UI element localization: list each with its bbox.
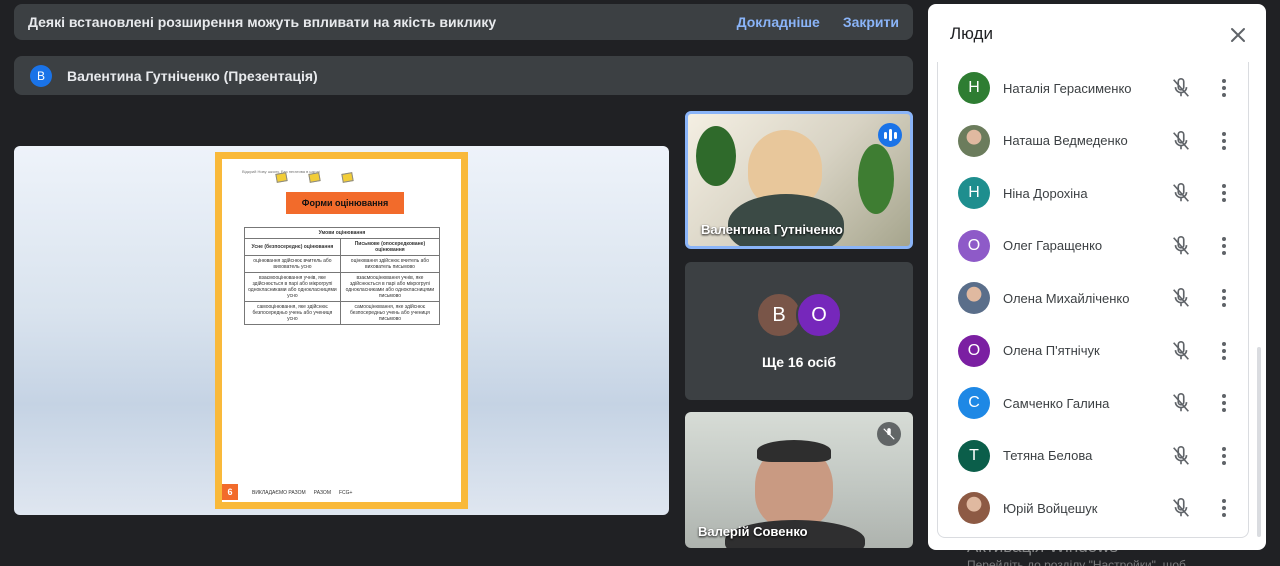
mic-off-icon (1170, 392, 1192, 414)
table-cell: самооцінювання, яке здійснює безпосередн… (244, 301, 341, 325)
participant-row[interactable]: Н Наталія Герасименко (938, 62, 1248, 114)
more-options-icon[interactable] (1214, 235, 1234, 257)
warning-message: Деякі встановлені розширення можуть впли… (28, 14, 497, 30)
logo-text: ВИКЛАДАЄМО РАЗОМ (252, 490, 306, 496)
table-cell: взаємооцінювання учнів, яке здійснюється… (244, 272, 341, 302)
table-cell: оцінювання здійснює вчитель або виховате… (339, 255, 441, 273)
presentation-screen[interactable]: Відкрий Нову школу. Без негатива в школі… (14, 146, 669, 515)
more-options-icon[interactable] (1214, 182, 1234, 204)
tile-participant-name: Валерій Совенко (698, 524, 808, 539)
participant-name: Самченко Галина (1003, 395, 1110, 411)
presenter-avatar: В (30, 64, 52, 87)
more-options-icon[interactable] (1214, 130, 1234, 152)
participant-row[interactable]: Олена Михайліченко (938, 272, 1248, 324)
mic-off-icon (1170, 497, 1192, 519)
mic-off-icon (1170, 235, 1192, 257)
table-col-written: Письмове (опосередковане) оцінювання (339, 238, 441, 256)
close-panel-button[interactable] (1226, 23, 1250, 47)
extension-warning-bar: Деякі встановлені розширення можуть впли… (14, 4, 913, 40)
participant-row[interactable]: О Олег Гаращенко (938, 220, 1248, 272)
slide-table: Умови оцінювання Усне (безпосереднє) оці… (244, 227, 441, 325)
flag-icon (341, 172, 354, 183)
video-tile-participant[interactable]: Валерій Совенко (685, 412, 913, 548)
panel-title: Люди (950, 24, 993, 43)
participant-name: Олег Гаращенко (1003, 238, 1103, 253)
slide-content: Відкрий Нову школу. Без негатива в школі… (222, 159, 461, 502)
participant-name: Наталія Герасименко (1003, 80, 1132, 96)
video-tile-active-speaker[interactable]: Валентина Гутніченко (685, 111, 913, 249)
windows-activation-watermark: Активація Windows (967, 537, 1118, 556)
presentation-bar: В Валентина Гутніченко (Презентація) (14, 56, 913, 95)
participants-list[interactable]: Н Наталія Герасименко Наташа Ведмеденко Н Ні… (937, 62, 1249, 538)
mic-off-icon (1170, 340, 1192, 362)
presentation-label: Валентина Гутніченко (Презентація) (67, 67, 318, 84)
logo-text: РАЗОМ (313, 490, 331, 496)
participant-name: Наташа Ведмеденко (1003, 133, 1128, 148)
participant-name: Тетяна Белова (1003, 448, 1093, 463)
more-options-icon[interactable] (1214, 340, 1234, 362)
table-header: Умови оцінювання (244, 227, 440, 239)
grouped-avatars: В О (685, 292, 913, 338)
participants-scrollbar[interactable] (1257, 347, 1261, 537)
table-row: оцінювання здійснює вчитель або виховате… (244, 255, 441, 273)
participant-row[interactable]: О Олена П'ятнічук (938, 325, 1248, 377)
mic-off-icon (1170, 77, 1192, 99)
participant-name: Юрій Войцешук (1003, 500, 1098, 516)
speaking-indicator-icon (878, 123, 902, 147)
table-cell: взаємооцінювання учнів, яке здійснюється… (339, 272, 441, 302)
mic-off-icon (1170, 445, 1192, 467)
participant-row[interactable]: Н Ніна Дорохіна (938, 167, 1248, 219)
slide-page-number: 6 (222, 484, 238, 500)
video-tile-others[interactable]: В О Ще 16 осіб (685, 262, 913, 400)
table-row: взаємооцінювання учнів, яке здійснюється… (244, 272, 441, 302)
tile-participant-name: Валентина Гутніченко (701, 222, 843, 237)
flag-icon (308, 172, 321, 183)
close-warning-link[interactable]: Закрити (843, 14, 899, 30)
windows-activation-hint: Перейдіть до розділу "Настройки", щоб (967, 558, 1186, 566)
participant-row[interactable]: Т Тетяна Белова (938, 430, 1248, 482)
participant-avatar: Т (958, 439, 990, 472)
close-icon (1231, 28, 1245, 42)
participant-avatar: О (958, 229, 990, 262)
slide-title: Форми оцінювання (286, 192, 404, 214)
participant-avatar: Н (958, 177, 990, 209)
mic-off-icon (1170, 287, 1192, 309)
group-avatar: О (796, 292, 842, 338)
background-plant (858, 144, 894, 214)
people-panel: Люди Н Наталія Герасименко Наташа Ведмеден… (928, 4, 1266, 550)
participant-name: Олена Михайліченко (1003, 290, 1130, 306)
background-plant (696, 126, 736, 186)
mic-off-icon (877, 422, 901, 446)
more-participants-label: Ще 16 осіб (761, 354, 837, 370)
table-row: самооцінювання, яке здійснює безпосередн… (244, 301, 441, 325)
learn-more-link[interactable]: Докладніше (737, 14, 820, 30)
participant-name: Олена П'ятнічук (1003, 343, 1100, 358)
slide-flags (275, 172, 354, 183)
table-cell: оцінювання здійснює вчитель або виховате… (244, 255, 341, 273)
more-options-icon[interactable] (1214, 497, 1234, 519)
participant-avatar (958, 124, 990, 157)
logo-text: FCG+ (339, 490, 353, 496)
more-options-icon[interactable] (1214, 287, 1234, 309)
participant-name: Ніна Дорохіна (1003, 185, 1088, 201)
participant-hair (757, 440, 831, 462)
more-options-icon[interactable] (1214, 445, 1234, 467)
participant-avatar (958, 492, 990, 524)
slide-footer-logos: ВИКЛАДАЄМО РАЗОМ РАЗОМ FCG+ (222, 484, 461, 502)
participant-avatar: Н (958, 72, 990, 104)
table-cell: самооцінювання, яке здійснює безпосередн… (339, 301, 441, 325)
participant-row[interactable]: С Самченко Галина (938, 377, 1248, 429)
more-options-icon[interactable] (1214, 392, 1234, 414)
participant-row[interactable]: Наташа Ведмеденко (938, 115, 1248, 167)
slide: Відкрий Нову школу. Без негатива в школі… (215, 152, 468, 509)
flag-icon (275, 172, 288, 183)
table-col-oral: Усне (безпосереднє) оцінювання (244, 238, 341, 256)
mic-off-icon (1170, 130, 1192, 152)
mic-off-icon (1170, 182, 1192, 204)
participant-avatar (958, 282, 990, 314)
participant-avatar: С (958, 387, 990, 419)
more-options-icon[interactable] (1214, 77, 1234, 99)
participant-row[interactable]: Юрій Войцешук (938, 482, 1248, 534)
participant-avatar: О (958, 334, 990, 367)
